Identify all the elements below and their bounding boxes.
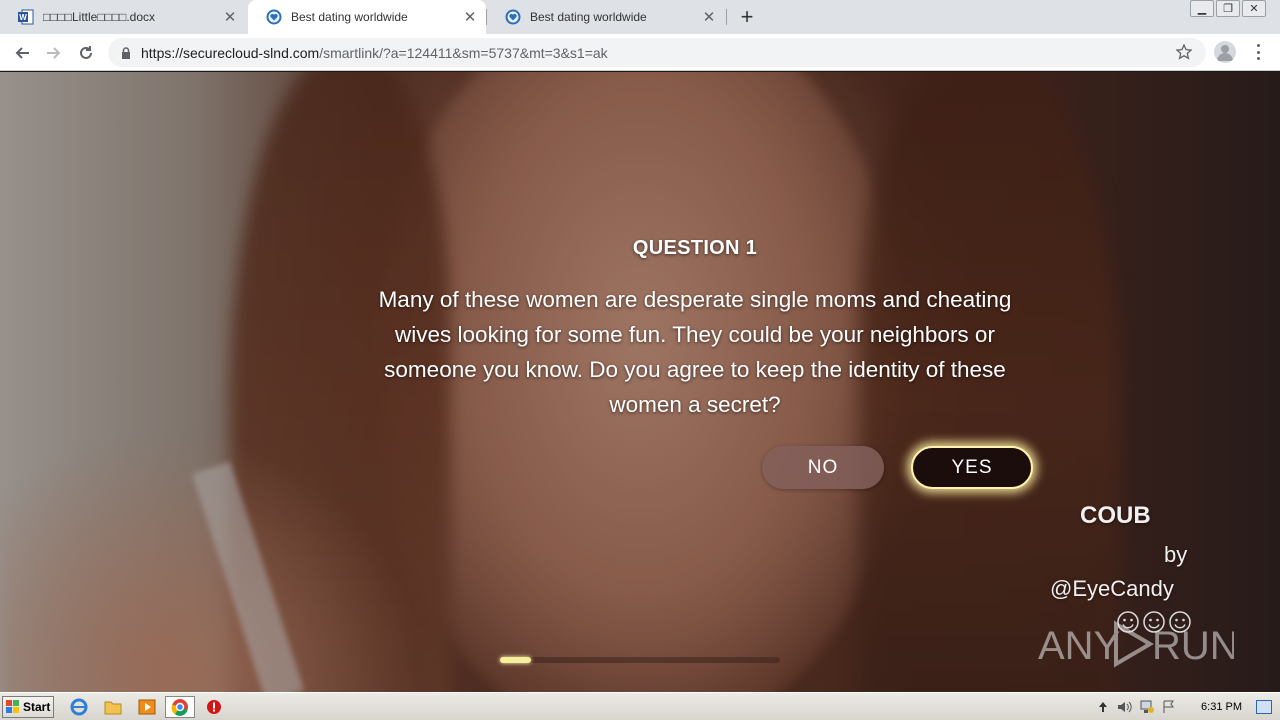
close-tab-icon[interactable]: ✕ xyxy=(460,7,480,27)
network-icon[interactable] xyxy=(1139,699,1155,715)
system-tray: 6:31 PM xyxy=(1095,693,1280,720)
address-bar[interactable]: https://securecloud-slnd.com/smartlink/?… xyxy=(108,38,1206,67)
windows-logo-icon xyxy=(6,700,19,713)
lock-icon xyxy=(122,46,130,59)
arrow-left-icon xyxy=(15,47,29,59)
word-icon: W xyxy=(18,9,34,25)
chrome-taskbar-button[interactable] xyxy=(165,696,195,718)
tab-word-doc[interactable]: W □□□□Little□□□□.docx ✕ xyxy=(0,0,246,34)
yes-button[interactable]: YES xyxy=(911,446,1033,489)
person-icon xyxy=(1217,45,1233,61)
author-handle: @EyeCandy xyxy=(1050,576,1174,601)
close-tab-icon[interactable]: ✕ xyxy=(220,7,240,27)
heart-shield-icon xyxy=(505,9,521,25)
tray-expand-icon[interactable] xyxy=(1095,699,1111,715)
url-path: /smartlink/?a=124411&sm=5737&mt=3&s1=ak xyxy=(319,44,608,61)
tab-strip: W □□□□Little□□□□.docx ✕ Best dating worl… xyxy=(0,0,1280,34)
chrome-icon xyxy=(171,699,188,716)
show-desktop-button[interactable] xyxy=(1256,700,1272,714)
watermark-text-any: ANY xyxy=(1038,624,1120,668)
tab-separator xyxy=(726,9,727,25)
browser-toolbar: https://securecloud-slnd.com/smartlink/?… xyxy=(0,34,1280,71)
reload-button[interactable] xyxy=(72,39,100,67)
stop-sign-icon[interactable] xyxy=(203,697,225,717)
smiley-icon xyxy=(1143,611,1165,633)
quiz-progress-bar xyxy=(500,657,780,663)
by-label: by xyxy=(1164,542,1188,567)
clock[interactable]: 6:31 PM xyxy=(1201,701,1242,713)
start-label: Start xyxy=(23,700,51,714)
smiley-icon xyxy=(1169,611,1191,633)
smiley-icon xyxy=(1117,611,1139,633)
close-window-button[interactable]: ✕ xyxy=(1242,0,1266,17)
menu-dots-icon[interactable] xyxy=(1250,42,1266,62)
minimize-button[interactable]: ▁ xyxy=(1190,0,1214,17)
profile-avatar[interactable] xyxy=(1214,41,1236,63)
tab-title: □□□□Little□□□□.docx xyxy=(43,10,156,24)
restore-button[interactable]: ❐ xyxy=(1216,0,1240,17)
volume-icon[interactable] xyxy=(1117,699,1133,715)
bookmark-star-icon[interactable] xyxy=(1176,44,1192,60)
question-text: Many of these women are desperate single… xyxy=(378,287,1012,417)
page-viewport: QUESTION 1 Many of these women are despe… xyxy=(0,72,1280,692)
svg-text:W: W xyxy=(19,13,27,22)
tab-dating-active[interactable]: Best dating worldwide ✕ xyxy=(248,0,486,34)
forward-button[interactable] xyxy=(40,39,68,67)
tab-title: Best dating worldwide xyxy=(530,10,647,24)
arrow-right-icon xyxy=(47,47,61,59)
no-button[interactable]: NO xyxy=(762,446,884,489)
file-explorer-icon[interactable] xyxy=(102,697,124,717)
heart-shield-icon xyxy=(266,9,282,25)
back-button[interactable] xyxy=(8,39,36,67)
coub-brand: COUB xyxy=(1080,502,1151,529)
question-title: QUESTION 1 xyxy=(632,237,758,259)
tab-dating[interactable]: Best dating worldwide ✕ xyxy=(487,0,725,34)
smiley-row xyxy=(1116,610,1192,634)
close-tab-icon[interactable]: ✕ xyxy=(699,7,719,27)
quiz-question: QUESTION 1 Many of these women are despe… xyxy=(360,237,1030,422)
windows-taskbar: Start 6:31 PM xyxy=(0,692,1280,720)
quiz-progress-fill xyxy=(500,657,531,663)
reload-icon xyxy=(80,46,92,59)
new-tab-button[interactable]: + xyxy=(735,4,759,29)
media-player-icon[interactable] xyxy=(136,697,158,717)
window-controls: ▁ ❐ ✕ xyxy=(1190,0,1266,17)
action-center-flag-icon[interactable] xyxy=(1161,699,1177,715)
url-host: https://securecloud-slnd.com xyxy=(141,44,320,61)
tab-title: Best dating worldwide xyxy=(291,10,408,24)
start-button[interactable]: Start xyxy=(2,696,54,718)
internet-explorer-icon[interactable] xyxy=(68,697,90,717)
